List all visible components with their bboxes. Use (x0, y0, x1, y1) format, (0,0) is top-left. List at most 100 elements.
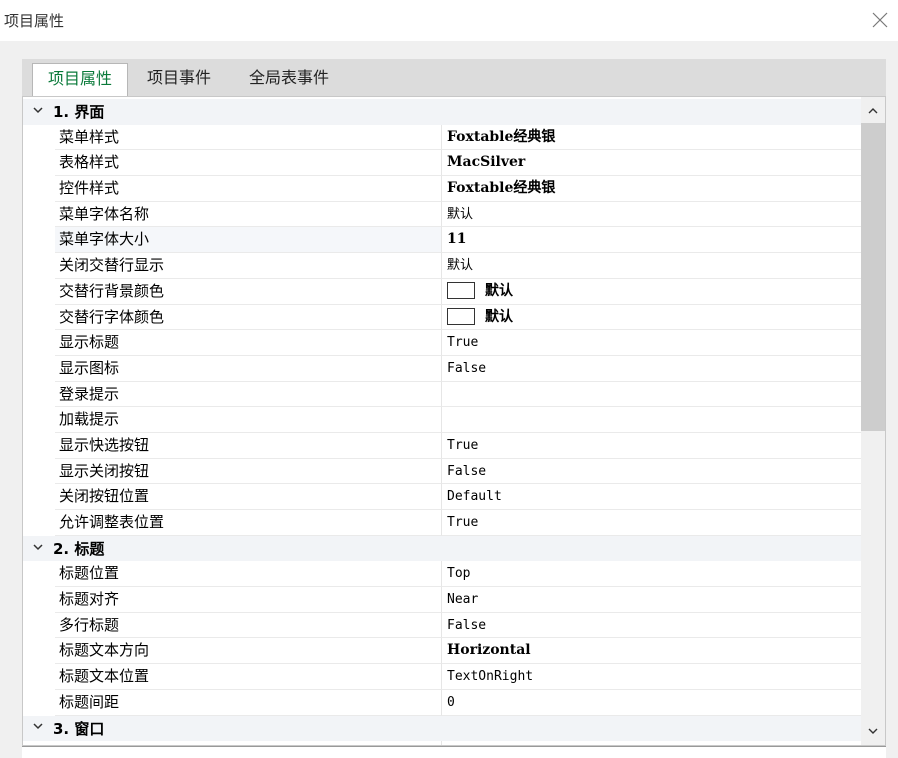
category-label: 2. 标题 (53, 540, 105, 559)
property-value[interactable]: 0 (441, 689, 861, 716)
property-name: 标题间距 (55, 690, 441, 716)
chevron-down-icon (868, 728, 878, 734)
chevron-down-icon[interactable] (23, 720, 53, 736)
category-row[interactable]: 1. 界面 (23, 99, 861, 125)
property-name: 显示标题 (55, 330, 441, 356)
category-label: 1. 界面 (53, 103, 105, 122)
property-value-text: Default (447, 489, 502, 505)
property-value-text: Near (447, 592, 479, 608)
property-row[interactable]: 显示标题 True (23, 330, 861, 356)
property-row[interactable]: 关闭按钮位置 Default (23, 484, 861, 510)
scroll-thumb[interactable] (861, 123, 885, 431)
property-name: 多行标题 (55, 613, 441, 639)
property-value-text: Foxtable经典银 (447, 180, 556, 197)
property-value[interactable]: True (441, 510, 861, 536)
property-value-text: TextOnRight (447, 669, 534, 685)
scroll-up-button[interactable] (861, 99, 885, 121)
property-value[interactable]: Horizontal (441, 638, 861, 665)
property-row[interactable]: 控件样式 Foxtable经典银 (23, 176, 861, 202)
tab-project-events[interactable]: 项目事件 (134, 63, 224, 96)
property-row[interactable]: 允许调整表位置 True (23, 510, 861, 536)
property-value-text: Foxtable经典银 (447, 128, 556, 145)
title-bar: 项目属性 (0, 0, 898, 41)
property-value[interactable]: 默认 (441, 278, 861, 305)
property-value[interactable]: Default (441, 484, 861, 510)
property-row[interactable]: 标题位置 Top (23, 561, 861, 588)
property-value[interactable]: Near (441, 587, 861, 613)
property-value[interactable]: MacSilver (441, 150, 861, 177)
property-row[interactable]: 显示关闭按钮 False (23, 458, 861, 485)
property-value[interactable]: 默认 (441, 201, 861, 228)
property-value-text: False (447, 617, 487, 633)
property-name: 交替行字体颜色 (55, 305, 441, 331)
tab-strip: 项目属性 项目事件 全局表事件 (22, 59, 886, 96)
property-value[interactable]: False (441, 458, 861, 485)
property-value[interactable]: False (441, 612, 861, 639)
property-name: 登录提示 (55, 382, 441, 408)
property-row[interactable]: 标题对齐 Near (23, 587, 861, 613)
property-value[interactable]: 默认 (441, 304, 861, 331)
window-title: 项目属性 (4, 12, 65, 30)
property-name: 菜单样式 (55, 125, 441, 151)
category-row[interactable]: 2. 标题 (23, 535, 861, 562)
scroll-down-button[interactable] (861, 719, 885, 741)
property-name: 菜单字体名称 (55, 202, 441, 228)
property-row[interactable]: 标题间距 0 (23, 689, 861, 716)
chevron-down-icon[interactable] (23, 104, 53, 120)
property-name: 关闭按钮位置 (55, 484, 441, 510)
property-name: 允许调整表位置 (55, 510, 441, 536)
property-row[interactable]: 显示图标 False (23, 355, 861, 382)
property-row[interactable]: 关闭交替行显示 默认 (23, 253, 861, 279)
property-value[interactable]: True (441, 330, 861, 356)
tab-label: 项目事件 (146, 68, 211, 87)
close-button[interactable] (868, 8, 892, 32)
property-value[interactable]: True (441, 432, 861, 459)
chevron-down-icon[interactable] (23, 541, 53, 557)
property-value[interactable]: Foxtable经典银 (441, 124, 861, 151)
category-row[interactable]: 3. 窗口 (23, 715, 861, 742)
property-value[interactable]: Top (441, 561, 861, 588)
tab-global-table-events[interactable]: 全局表事件 (234, 63, 344, 96)
property-value-text: 默认 (447, 258, 474, 274)
property-value-text: MacSilver (447, 154, 526, 171)
property-name: 标题位置 (55, 561, 441, 588)
property-value[interactable]: 默认 (441, 253, 861, 279)
property-value-text: 11 (447, 231, 467, 248)
property-value[interactable]: False (441, 355, 861, 382)
property-value-text: False (447, 360, 487, 376)
property-value[interactable] (441, 381, 861, 408)
tab-project-properties[interactable]: 项目属性 (32, 63, 128, 96)
property-row[interactable]: 多行标题 False (23, 612, 861, 639)
property-row[interactable]: 显示快选按钮 True (23, 432, 861, 459)
property-value[interactable] (441, 407, 861, 433)
property-name: 加载提示 (55, 407, 441, 433)
property-value[interactable]: TextOnRight (441, 664, 861, 690)
property-name: 表格样式 (55, 150, 441, 177)
property-name: 标题文本方向 (55, 638, 441, 665)
property-name: 关闭交替行显示 (55, 253, 441, 279)
property-name: 标题文本位置 (55, 664, 441, 690)
property-value[interactable]: 11 (441, 227, 861, 254)
property-row[interactable]: 交替行字体颜色 默认 (23, 304, 861, 331)
property-value[interactable]: Foxtable经典银 (441, 176, 861, 202)
property-value-text: True (447, 437, 479, 453)
property-name: 显示快选按钮 (55, 433, 441, 459)
property-row[interactable]: 登录提示 (23, 381, 861, 408)
property-row[interactable]: 交替行背景颜色 默认 (23, 278, 861, 305)
property-name: 控件样式 (55, 176, 441, 202)
property-value-text: False (447, 463, 487, 479)
property-row[interactable]: 菜单样式 Foxtable经典银 (23, 124, 861, 151)
property-name: 显示关闭按钮 (55, 459, 441, 485)
color-swatch (447, 282, 475, 300)
property-row[interactable]: 加载提示 (23, 407, 861, 433)
property-row[interactable]: 标题文本位置 TextOnRight (23, 664, 861, 690)
property-row[interactable]: 菜单字体名称 默认 (23, 201, 861, 228)
property-row[interactable]: 标题文本方向 Horizontal (23, 638, 861, 665)
property-name: 标题对齐 (55, 587, 441, 613)
property-row[interactable]: 菜单字体大小 11 (23, 227, 861, 254)
vertical-scrollbar[interactable] (861, 97, 885, 745)
property-value-text: 默认 (447, 206, 474, 222)
footer-edge (22, 746, 886, 758)
property-row[interactable]: 表格样式 MacSilver (23, 150, 861, 177)
property-name: 菜单字体大小 (55, 227, 441, 254)
